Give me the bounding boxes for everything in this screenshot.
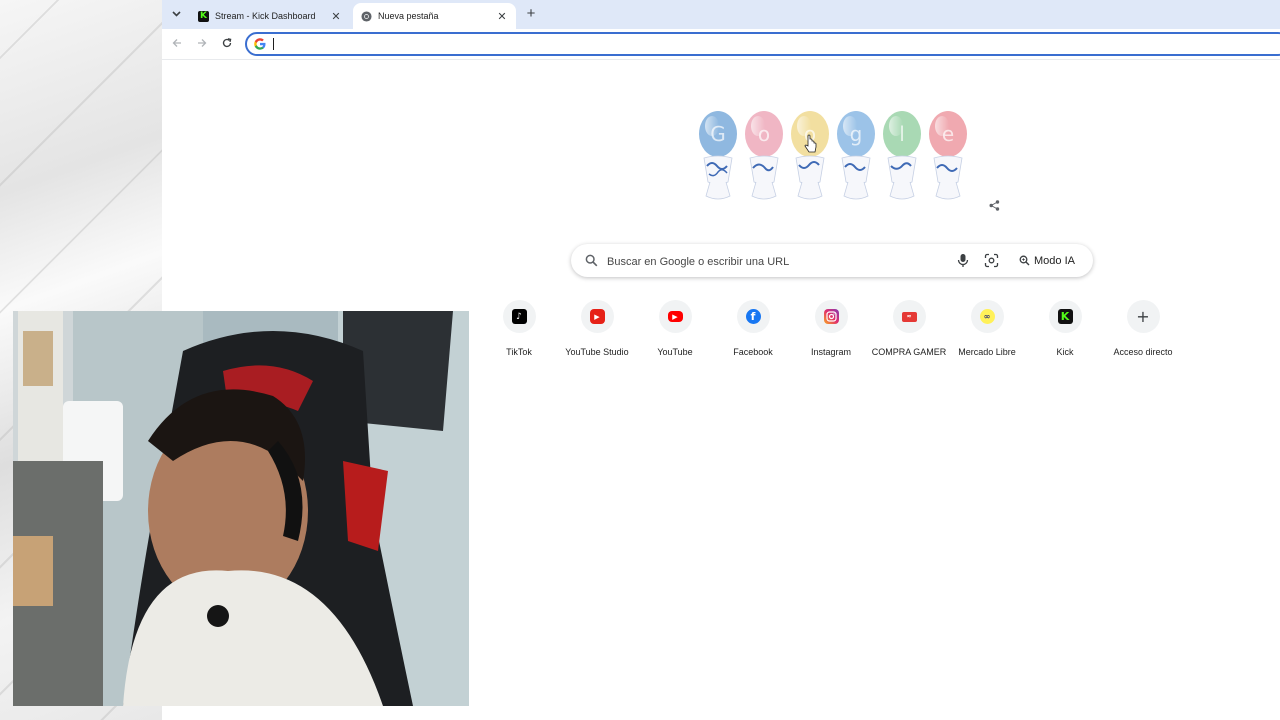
shortcut-label: Acceso directo (1113, 347, 1173, 357)
doodle-egg: l (883, 111, 921, 200)
mercado-libre-icon: ∞ (979, 309, 995, 324)
google-lens-icon[interactable] (984, 253, 999, 268)
search-icon (585, 254, 598, 267)
kick-icon: K (1057, 309, 1073, 324)
doodle-egg: g (837, 111, 875, 200)
doodle-share-button[interactable] (985, 196, 1003, 214)
shortcut-mercado-libre[interactable]: ∞ Mercado Libre (948, 300, 1026, 362)
doodle-egg: o (791, 111, 829, 200)
svg-text:l: l (899, 122, 905, 146)
address-bar[interactable] (245, 32, 1280, 56)
tab-search-button[interactable] (168, 6, 184, 22)
chrome-icon (361, 10, 372, 22)
shortcut-tiktok[interactable]: ♪ TikTok (480, 300, 558, 362)
shortcut-tile: ∞ (970, 300, 1004, 333)
shortcut-kick[interactable]: K Kick (1026, 300, 1104, 362)
svg-text:e: e (942, 122, 954, 146)
reload-icon (222, 38, 232, 48)
ai-mode-label: Modo IA (1034, 254, 1075, 267)
google-doodle[interactable]: G o o g l e (697, 108, 977, 208)
svg-text:o: o (758, 122, 770, 146)
shortcut-tile: + (1126, 300, 1160, 333)
microphone-icon[interactable] (956, 253, 970, 268)
youtube-icon: ▶ (667, 311, 683, 322)
youtube-studio-icon: ▶ (589, 309, 605, 324)
toolbar (162, 29, 1280, 60)
reload-button[interactable] (218, 35, 236, 53)
shortcut-label: Facebook (733, 347, 773, 357)
shortcut-tile: f (736, 300, 770, 333)
tab-new-tab[interactable]: Nueva pestaña ✕ (353, 3, 516, 29)
webcam-feed-image (13, 311, 469, 706)
compra-gamer-icon: ≈ (901, 311, 917, 322)
ai-mode-icon (1019, 255, 1030, 266)
shortcut-label: Mercado Libre (958, 347, 1016, 357)
google-g-icon (254, 38, 266, 50)
tab-kick-dashboard[interactable]: Stream - Kick Dashboard ✕ (190, 3, 350, 29)
close-icon[interactable]: ✕ (496, 10, 508, 23)
tab-title: Stream - Kick Dashboard (215, 11, 316, 21)
webcam-overlay (13, 311, 469, 706)
svg-text:g: g (850, 122, 863, 146)
tiktok-icon: ♪ (511, 309, 527, 324)
shortcut-label: COMPRA GAMER (871, 347, 947, 357)
doodle-egg: G (699, 111, 737, 200)
instagram-icon (823, 309, 839, 324)
shortcut-label: YouTube Studio (565, 347, 629, 357)
text-caret (273, 38, 274, 50)
new-tab-button[interactable]: + (524, 4, 538, 24)
svg-text:G: G (710, 122, 726, 146)
google-search-box: Modo IA (571, 244, 1093, 277)
shortcut-compra-gamer[interactable]: ≈ COMPRA GAMER (870, 300, 948, 362)
facebook-icon: f (745, 309, 761, 324)
shortcut-label: YouTube (657, 347, 693, 357)
arrow-left-icon (172, 39, 181, 47)
kick-icon (198, 10, 209, 22)
shortcut-tile: ≈ (892, 300, 926, 333)
shortcut-facebook[interactable]: f Facebook (714, 300, 792, 362)
shortcut-add[interactable]: + Acceso directo (1104, 300, 1182, 362)
shortcut-tile: ▶ (580, 300, 614, 333)
back-button[interactable] (168, 35, 186, 53)
shortcut-label: TikTok (506, 347, 532, 357)
shortcut-label: Instagram (810, 347, 852, 357)
share-icon (989, 199, 999, 211)
doodle-egg: o (745, 111, 783, 200)
tab-strip: Stream - Kick Dashboard ✕ Nueva pestaña … (162, 0, 1280, 29)
search-input[interactable] (605, 251, 939, 272)
shortcut-youtube-studio[interactable]: ▶ YouTube Studio (558, 300, 636, 362)
shortcut-tile: K (1048, 300, 1082, 333)
ai-mode-button[interactable]: Modo IA (1011, 249, 1083, 272)
shortcut-label: Kick (1056, 347, 1074, 357)
tab-title: Nueva pestaña (378, 11, 439, 21)
shortcut-youtube[interactable]: ▶ YouTube (636, 300, 714, 362)
shortcut-tile: ▶ (658, 300, 692, 333)
arrow-right-icon (198, 39, 207, 47)
close-icon[interactable]: ✕ (330, 10, 342, 23)
chevron-down-icon (171, 11, 181, 17)
forward-button[interactable] (193, 35, 211, 53)
shortcut-tile: ♪ (502, 300, 536, 333)
plus-icon: + (1136, 307, 1150, 326)
shortcut-instagram[interactable]: Instagram (792, 300, 870, 362)
shortcut-tile (814, 300, 848, 333)
doodle-egg: e (929, 111, 967, 200)
